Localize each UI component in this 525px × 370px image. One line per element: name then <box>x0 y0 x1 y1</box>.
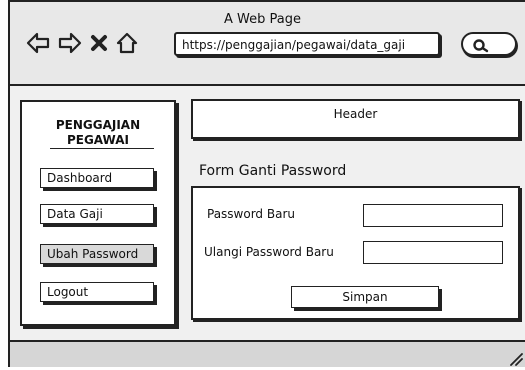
header-placeholder: Header <box>191 99 520 139</box>
sidebar-item-logout[interactable]: Logout <box>40 282 154 302</box>
address-bar[interactable]: https://penggajian/pegawai/data_gaji <box>174 32 440 56</box>
forward-arrow-icon[interactable] <box>58 32 82 54</box>
close-icon[interactable] <box>90 34 108 52</box>
search-icon <box>473 38 489 57</box>
app-brand: PENGGAJIAN PEGAWAI <box>22 118 174 148</box>
sidebar: PENGGAJIAN PEGAWAI Dashboard Data Gaji U… <box>20 100 176 326</box>
home-icon[interactable] <box>116 32 138 54</box>
save-button[interactable]: Simpan <box>291 286 439 308</box>
status-bar <box>8 340 525 367</box>
brand-line-2: PEGAWAI <box>66 133 130 147</box>
window-title: A Web Page <box>224 12 301 27</box>
confirm-password-label: Ulangi Password Baru <box>204 245 334 259</box>
search-button[interactable] <box>461 32 517 56</box>
sidebar-item-data-gaji[interactable]: Data Gaji <box>40 204 154 224</box>
form-title: Form Ganti Password <box>199 163 347 179</box>
nav-buttons <box>26 30 138 56</box>
sidebar-item-dashboard[interactable]: Dashboard <box>40 168 154 188</box>
brand-underline <box>50 148 154 149</box>
confirm-password-input[interactable] <box>363 241 503 264</box>
sidebar-item-ubah-password[interactable]: Ubah Password <box>40 244 154 264</box>
back-arrow-icon[interactable] <box>26 32 50 54</box>
password-label: Password Baru <box>207 207 295 221</box>
resize-grip-icon[interactable] <box>509 351 523 370</box>
brand-line-1: PENGGAJIAN <box>55 118 141 132</box>
password-input[interactable] <box>363 204 503 227</box>
